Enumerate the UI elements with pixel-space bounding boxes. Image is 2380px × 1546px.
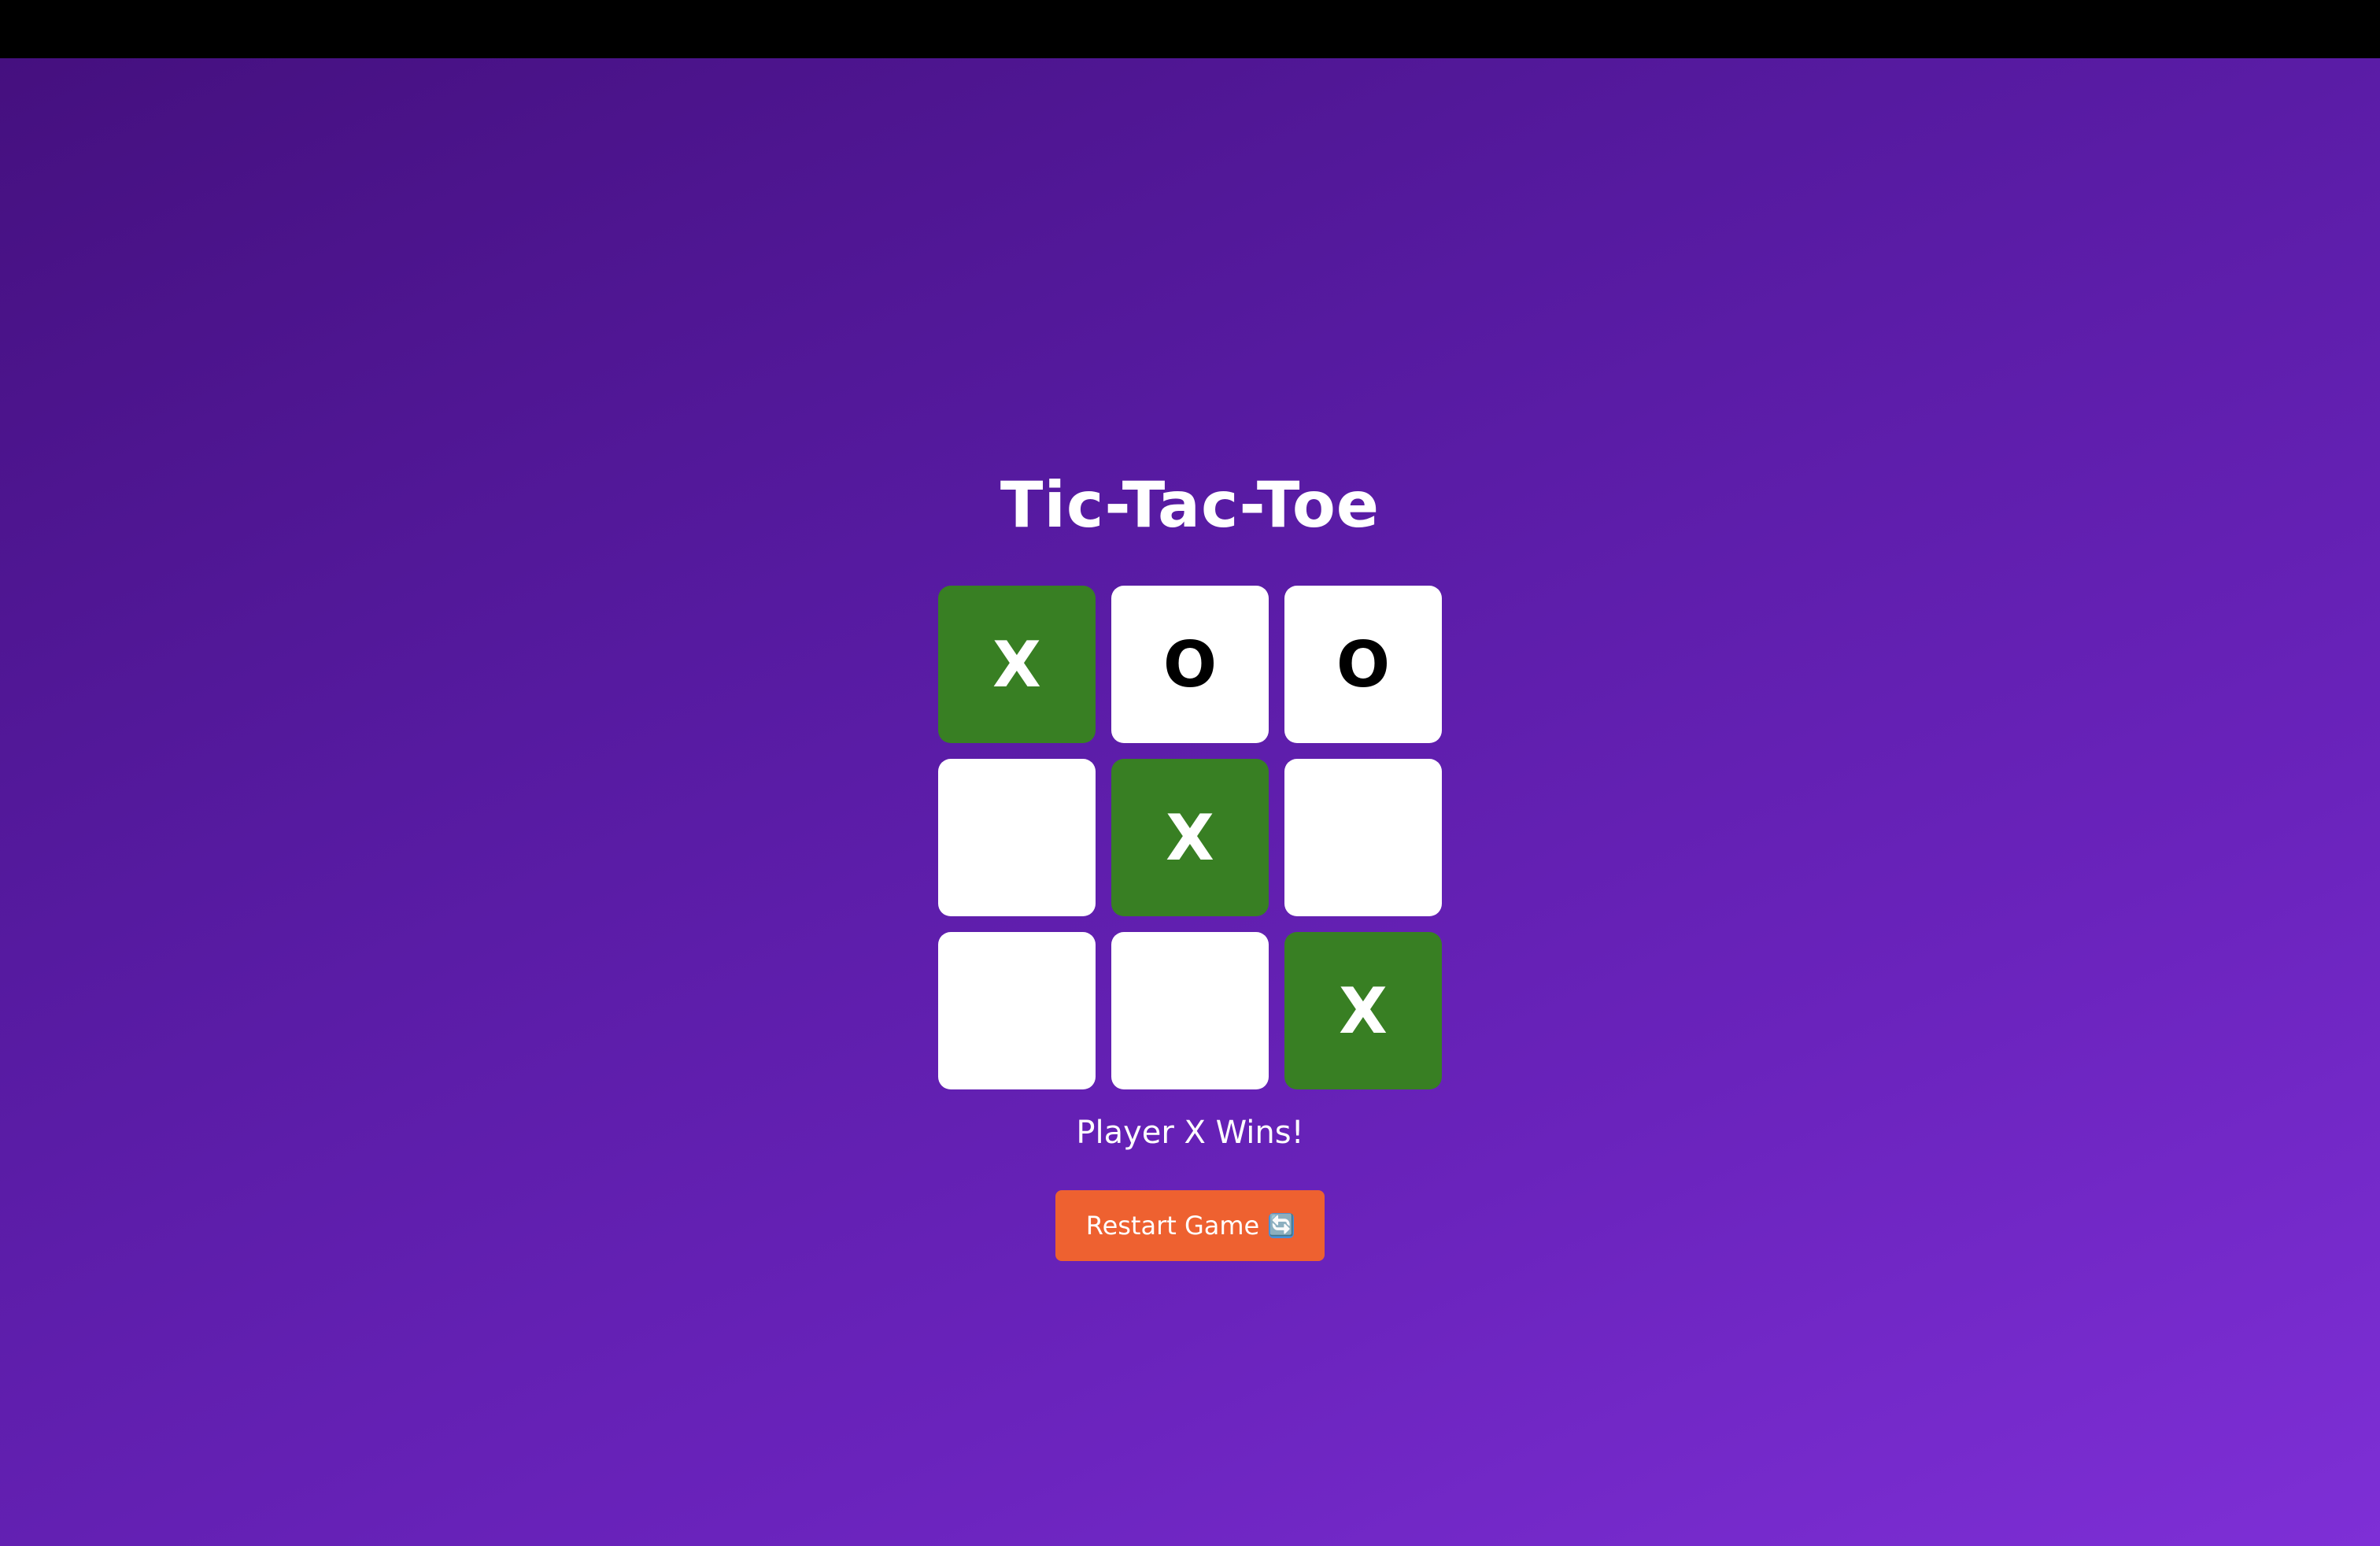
board-cell-6[interactable] (1284, 759, 1442, 916)
board-cell-1[interactable]: X (938, 586, 1096, 743)
board-cell-8[interactable] (1111, 932, 1269, 1089)
refresh-icon: 🔄 (1269, 1213, 1295, 1238)
game-title: Tic-Tac-Toe (1000, 468, 1380, 542)
board-cell-4[interactable] (938, 759, 1096, 916)
game-board: X O O X X (938, 586, 1442, 1089)
board-cell-2[interactable]: O (1111, 586, 1269, 743)
top-bar (0, 0, 2380, 58)
restart-button-label: Restart Game (1085, 1211, 1260, 1241)
board-cell-3[interactable]: O (1284, 586, 1442, 743)
board-cell-7[interactable] (938, 932, 1096, 1089)
game-screen: Tic-Tac-Toe X O O X X Player X Wins! Res… (0, 58, 2380, 1546)
board-cell-9[interactable]: X (1284, 932, 1442, 1089)
game-status: Player X Wins! (1076, 1115, 1304, 1151)
restart-game-button[interactable]: Restart Game 🔄 (1055, 1190, 1325, 1261)
board-cell-5[interactable]: X (1111, 759, 1269, 916)
